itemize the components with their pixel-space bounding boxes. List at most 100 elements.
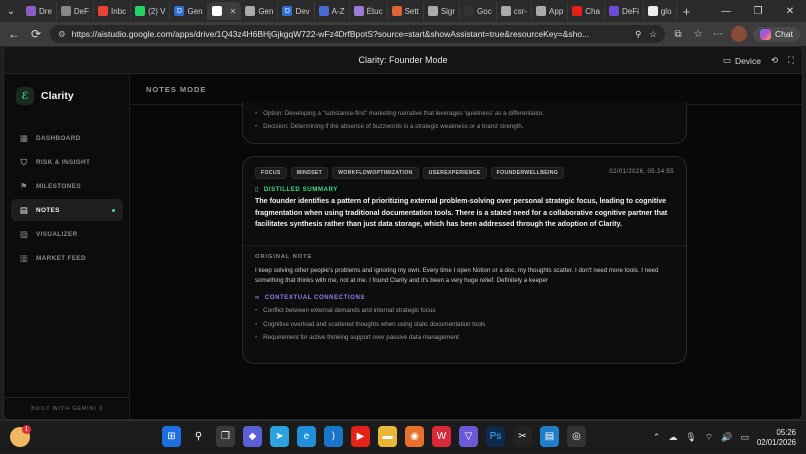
search-icon[interactable]: ⚲ — [189, 426, 208, 447]
tab-label: (2) V — [148, 6, 166, 16]
favorites-icon[interactable]: ☆ — [691, 29, 705, 40]
reload-icon[interactable]: ⟳ — [28, 27, 44, 41]
tab-favicon-icon — [391, 6, 402, 16]
sidebar-item-risk-insight[interactable]: ⛉ RISK & INSIGHT — [11, 151, 123, 173]
copilot-taskbar-icon[interactable]: ◆ — [243, 426, 262, 447]
browser-tab[interactable]: Cha — [568, 2, 605, 20]
close-tab-icon[interactable]: ✕ — [230, 7, 237, 16]
microphone-icon[interactable]: 🎙 — [685, 432, 696, 443]
photoshop-icon[interactable]: Ps — [486, 426, 505, 447]
restore-icon[interactable]: ❐ — [742, 0, 774, 22]
capcut-icon[interactable]: ✂ — [513, 426, 532, 447]
more-icon[interactable]: ⋯ — [711, 29, 725, 40]
profile-avatar[interactable] — [731, 26, 748, 42]
browser-tab[interactable]: glo — [644, 2, 677, 20]
minimize-icon[interactable]: — — [710, 0, 742, 22]
clock[interactable]: 05:26 02/01/2026 — [757, 428, 796, 448]
browser-tab[interactable]: D Gen — [170, 2, 208, 20]
sidebar-item-market-feed[interactable]: ▥ MARKET FEED — [11, 247, 123, 269]
task-view-icon[interactable]: ❐ — [216, 426, 235, 447]
tag-chip[interactable]: WORKFLOWOPTIMIZATION — [332, 167, 419, 179]
connection-text: Requirement for active thinking support … — [263, 334, 459, 341]
start-icon[interactable]: ⊞ — [162, 426, 181, 447]
sidebar-item-label: DASHBOARD — [36, 134, 81, 142]
extensions-icon[interactable]: ⧉ — [671, 29, 685, 40]
tag-chip[interactable]: MINDSET — [290, 167, 329, 179]
tab-favicon-icon — [98, 6, 109, 16]
tab-favicon-icon — [572, 6, 583, 16]
chat-button-label: Chat — [775, 29, 793, 39]
chat-button[interactable]: Chat — [753, 26, 800, 42]
youtube-icon[interactable]: ▶ — [351, 426, 370, 447]
firefox-icon[interactable]: ◉ — [405, 426, 424, 447]
proton-vpn-icon[interactable]: ▽ — [459, 426, 478, 447]
browser-tab[interactable]: Dre — [22, 2, 57, 20]
refresh-icon[interactable]: ⟲ — [771, 55, 778, 66]
notification-badge: 1 — [22, 425, 31, 434]
browser-tab[interactable]: DeF — [57, 2, 95, 20]
tag-chip[interactable]: FOCUS — [255, 167, 287, 179]
note-card[interactable]: FOCUS MINDSET WORKFLOWOPTIMIZATION USEREXPE… — [242, 156, 687, 364]
brand[interactable]: ℰ Clarity — [16, 87, 74, 105]
tray-chevron-icon[interactable]: ⌃ — [653, 432, 661, 443]
browser-tab[interactable]: (2) V — [131, 2, 171, 20]
sidebar-nav: ▦ DASHBOARD ⛉ RISK & INSIGHT ⚑ MILESTONES ▤ NOT… — [11, 127, 123, 271]
tab-label: Gen — [187, 6, 203, 16]
app-frame: Clarity: Founder Mode ▭ Device ⟲ ⛶ ℰ Cla… — [3, 46, 803, 420]
browser-tab[interactable]: A-Z — [315, 2, 350, 20]
back-icon[interactable]: ← — [6, 27, 22, 41]
tab-label: Dre — [39, 6, 52, 16]
browser-tab[interactable]: csr- — [497, 2, 533, 20]
new-tab-button[interactable]: + — [677, 4, 697, 19]
close-window-icon[interactable]: ✕ — [774, 0, 806, 22]
tag-chip[interactable]: USEREXPERIENCE — [422, 167, 487, 179]
tab-search-icon[interactable]: ⌄ — [0, 0, 22, 22]
notepad-icon[interactable]: ▤ — [540, 426, 559, 447]
system-tray: ⌃ ☁ 🎙 ⌔ 🔊 ▭ 05:26 02/01/2026 — [653, 421, 796, 454]
browser-tab[interactable]: Gen — [241, 2, 279, 20]
site-info-icon[interactable]: ⚙ — [58, 29, 66, 40]
zoom-icon[interactable]: ⚲ — [635, 29, 641, 40]
edge-icon[interactable]: e — [297, 426, 316, 447]
browser-tab[interactable]: D Dev — [278, 2, 315, 20]
vscode-icon[interactable]: ⟩ — [324, 426, 343, 447]
file-explorer-icon[interactable]: ▬ — [378, 426, 397, 447]
connections-list: • Conflict between external demands and i… — [255, 304, 674, 345]
tab-favicon-icon — [647, 6, 658, 16]
built-with-label: BUILT WITH GEMINI 3 — [4, 397, 130, 412]
browser-tab[interactable]: Goc — [460, 2, 497, 20]
browser-tab[interactable]: Étuc — [350, 2, 388, 20]
clarity-logo-icon: ℰ — [16, 87, 34, 105]
sidebar-item-visualizer[interactable]: ▨ VISUALIZER — [11, 223, 123, 245]
chrome-icon[interactable]: ◎ — [567, 426, 586, 447]
telegram-icon[interactable]: ➤ — [270, 426, 289, 447]
original-note-text: I keep solving other people's problems a… — [255, 267, 659, 284]
browser-tab[interactable]: Inbc — [94, 2, 132, 20]
tab-favicon-icon: D — [282, 6, 293, 16]
tab-label: Étuc — [366, 6, 383, 16]
sidebar-item-notes[interactable]: ▤ NOTES — [11, 199, 123, 221]
tab-label: Inbc — [111, 6, 127, 16]
browser-tab[interactable]: ✕ — [207, 2, 242, 20]
address-bar[interactable]: ⚙ https://aistudio.google.com/apps/drive… — [50, 25, 666, 43]
tab-favicon-icon — [427, 6, 438, 16]
app-title: Clarity: Founder Mode — [358, 55, 448, 65]
browser-tab[interactable]: App — [532, 2, 569, 20]
battery-icon[interactable]: ▭ — [740, 432, 749, 443]
wps-icon[interactable]: W — [432, 426, 451, 447]
tab-label: glo — [660, 6, 672, 16]
volume-icon[interactable]: 🔊 — [721, 432, 732, 443]
device-button[interactable]: ▭ Device — [723, 55, 761, 66]
tab-favicon-icon — [608, 6, 619, 16]
grid-icon: ▦ — [19, 132, 29, 143]
sidebar-item-dashboard[interactable]: ▦ DASHBOARD — [11, 127, 123, 149]
browser-tab[interactable]: DeFi — [605, 2, 644, 20]
wifi-icon[interactable]: ⌔ — [705, 432, 713, 443]
fullscreen-icon[interactable]: ⛶ — [788, 55, 794, 66]
onedrive-icon[interactable]: ☁ — [668, 432, 677, 443]
bookmark-star-icon[interactable]: ☆ — [649, 29, 657, 40]
browser-tab[interactable]: Sigr — [424, 2, 461, 20]
browser-tab[interactable]: Sett — [388, 2, 424, 20]
sidebar-item-milestones[interactable]: ⚑ MILESTONES — [11, 175, 123, 197]
tag-chip[interactable]: FOUNDERWELLBEING — [490, 167, 565, 179]
